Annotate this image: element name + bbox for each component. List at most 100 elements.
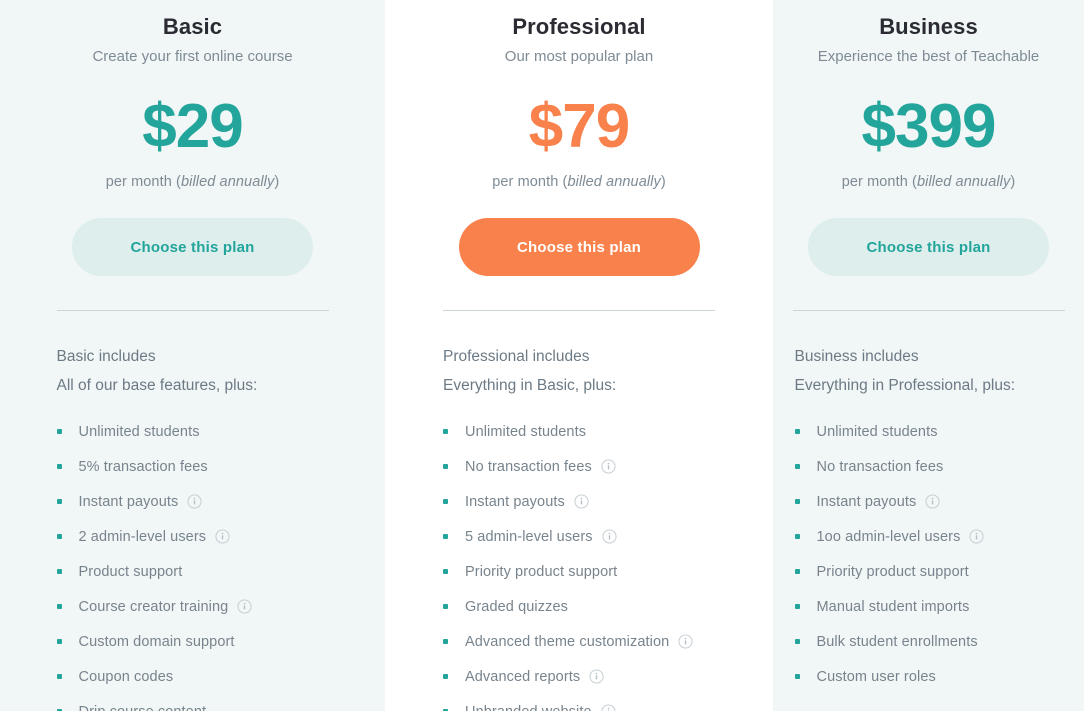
price-note-billing-term: billed annually [567,174,661,190]
feature-label: Course creator training [78,598,229,615]
plan-price-note: per month (billed annually) [106,174,280,190]
plan-card-business: Business Experience the best of Teachable… [773,0,1084,711]
price-note-prefix: per month ( [492,174,568,190]
feature-label: Product support [78,563,183,580]
feature-label: No transaction fees [465,458,592,475]
choose-plan-button-professional[interactable]: Choose this plan [458,218,700,276]
card-divider [443,310,715,311]
feature-label: 5 admin-level users [465,528,593,545]
feature-label: Instant payouts [465,493,565,510]
plan-card-basic: Basic Create your first online course $29 p… [0,0,385,711]
info-icon[interactable] [589,669,604,684]
feature-item: Course creator training [56,589,329,624]
choose-plan-button-business[interactable]: Choose this plan [808,218,1049,276]
includes-subtitle: All of our base features, plus: [56,376,258,394]
bullet-icon [443,604,448,610]
feature-item: Unbranded website [443,694,715,711]
feature-list: Unlimited students No transaction fees Ins… [443,414,715,711]
plan-tagline: Our most popular plan [504,47,654,65]
feature-item: Graded quizzes [443,589,715,624]
plan-price: $29 [142,92,243,161]
feature-item: 1oo admin-level users [794,519,1067,554]
plan-card-inner: Professional Our most popular plan $79 per … [385,10,773,711]
feature-label: Unlimited students [816,423,938,440]
feature-item: 2 admin-level users [56,519,329,554]
feature-label: Drip course content [79,704,207,711]
feature-label: Coupon codes [78,668,174,685]
feature-item: Manual student imports [794,589,1067,624]
features-section: Professional includes Everything in Basic… [443,343,715,711]
feature-list: Unlimited students No transaction fees Ins… [794,414,1067,694]
feature-label: 2 admin-level users [78,528,207,545]
feature-item: Priority product support [794,554,1067,589]
feature-label: Custom user roles [816,668,936,685]
includes-title: Business includes [794,348,919,365]
feature-item: No transaction fees [794,449,1067,484]
info-icon[interactable] [601,459,616,474]
bullet-icon [56,464,62,470]
feature-item: Instant payouts [56,484,329,519]
feature-label: Advanced theme customization [465,633,670,650]
feature-label: Unlimited students [78,423,200,440]
feature-item: Bulk student enrollments [794,624,1067,659]
choose-plan-button-basic[interactable]: Choose this plan [72,218,313,276]
bullet-icon [56,499,62,505]
info-icon[interactable] [969,529,984,544]
info-icon[interactable] [187,494,202,509]
bullet-icon [794,604,800,610]
plan-card-inner: Business Experience the best of Teachable… [773,10,1084,694]
card-divider [792,310,1065,311]
info-icon[interactable] [602,529,617,544]
feature-label: 5% transaction fees [78,458,208,475]
info-icon[interactable] [215,529,230,544]
info-icon[interactable] [601,704,616,711]
feature-label: Custom domain support [78,633,235,650]
feature-item: Unlimited students [443,414,715,449]
plan-tagline: Create your first online course [92,47,293,65]
features-section: Business includes Everything in Professio… [794,343,1067,694]
feature-list: Unlimited students 5% transaction fees Ins… [56,414,329,711]
bullet-icon [443,534,448,540]
feature-label: Instant payouts [816,493,917,510]
price-note-billing-term: billed annually [916,174,1011,190]
plan-name: Basic [162,14,223,39]
includes-title: Basic includes [56,348,156,365]
feature-item: No transaction fees [443,449,715,484]
plan-card-inner: Basic Create your first online course $29 p… [0,10,385,711]
feature-item: Advanced theme customization [443,624,715,659]
bullet-icon [56,534,62,540]
bullet-icon [56,569,62,575]
bullet-icon [794,429,800,435]
feature-label: Graded quizzes [465,598,568,615]
bullet-icon [794,674,800,680]
feature-item: Drip course content [56,694,329,711]
includes-subtitle: Everything in Basic, plus: [443,376,617,394]
bullet-icon [794,639,800,645]
info-icon[interactable] [925,494,940,509]
bullet-icon [56,604,62,610]
feature-item: Custom user roles [794,659,1067,694]
feature-item: Advanced reports [443,659,715,694]
info-icon[interactable] [237,599,252,614]
feature-label: Unlimited students [465,423,587,440]
price-note-prefix: per month ( [841,174,917,190]
feature-label: Instant payouts [78,493,179,510]
includes-subtitle: Everything in Professional, plus: [794,376,1016,394]
feature-item: Instant payouts [794,484,1067,519]
feature-label: Priority product support [465,563,618,580]
info-icon[interactable] [574,494,589,509]
price-note-billing-term: billed annually [180,174,275,190]
price-note-suffix: ) [1010,174,1016,190]
features-section: Basic includes All of our base features, … [56,343,329,711]
plan-tagline: Experience the best of Teachable [817,47,1040,65]
info-icon[interactable] [678,634,693,649]
plan-price: $79 [528,92,630,161]
bullet-icon [443,569,448,575]
feature-label: Manual student imports [816,598,970,615]
plan-card-professional: Professional Our most popular plan $79 per … [385,0,773,711]
card-divider [56,310,329,311]
includes-title: Professional includes [443,348,590,365]
plan-price-note: per month (billed annually) [842,174,1016,190]
bullet-icon [443,429,448,435]
bullet-icon [56,674,62,680]
